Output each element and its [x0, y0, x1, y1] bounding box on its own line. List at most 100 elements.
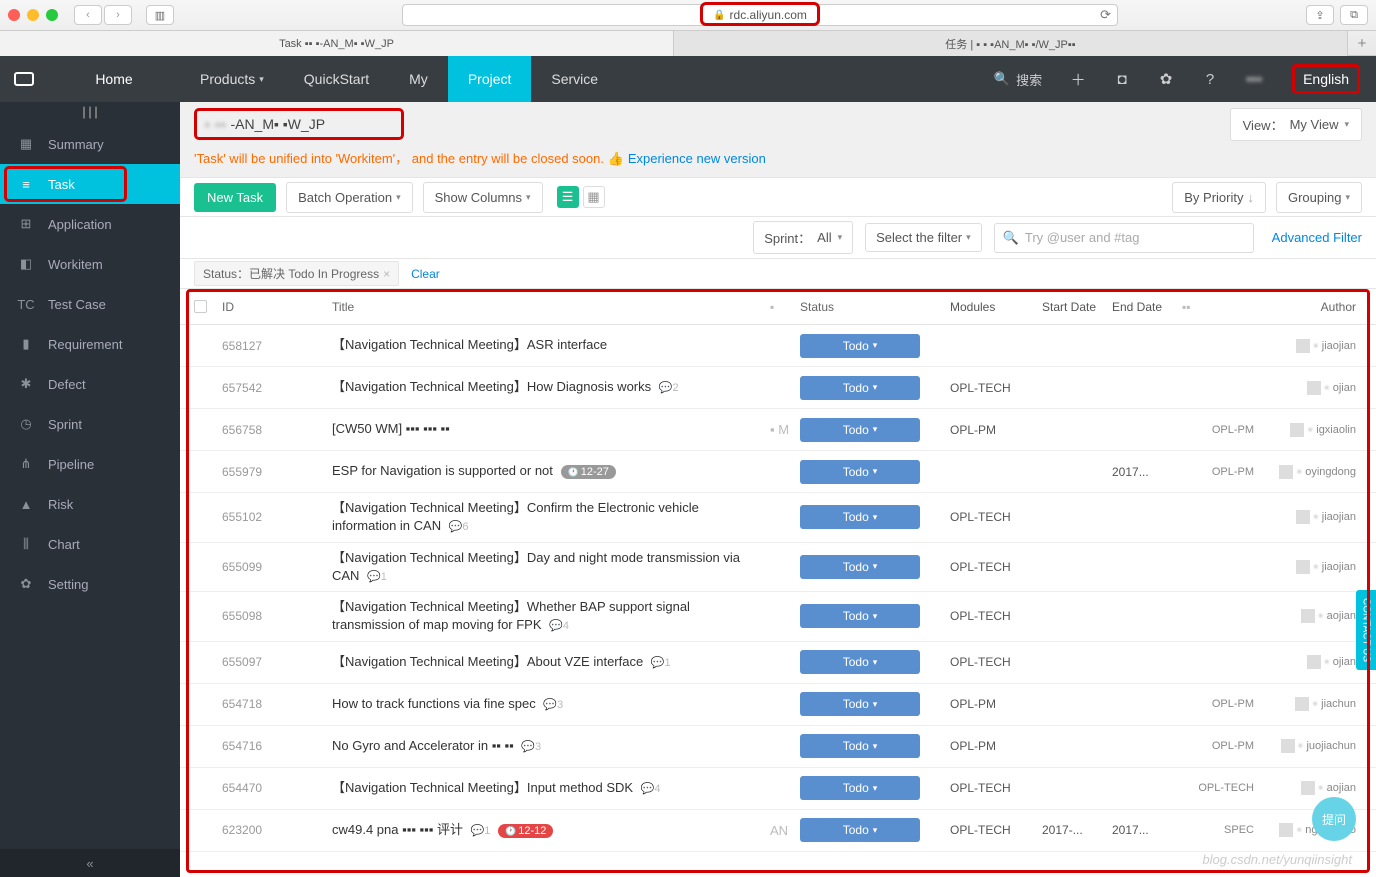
table-row[interactable]: 654470【Navigation Technical Meeting】Inpu… [180, 768, 1376, 810]
experience-link[interactable]: Experience new version [628, 151, 766, 166]
sidebar-item-risk[interactable]: ▲Risk [0, 484, 180, 524]
status-pill[interactable]: Todo▾ [800, 818, 920, 842]
table-row[interactable]: 656758[CW50 WM] ▪▪▪ ▪▪▪ ▪▪▪ MTodo▾OPL-PM… [180, 409, 1376, 451]
add-icon[interactable]: ＋ [1056, 56, 1100, 102]
sidebar-item-sprint[interactable]: ◷Sprint [0, 404, 180, 444]
filter-selector[interactable]: Select the filter▾ [865, 223, 982, 252]
task-title[interactable]: How to track functions via fine spec [332, 696, 536, 711]
search-input[interactable]: 🔍Try @user and #tag [994, 223, 1254, 253]
table-row[interactable]: 658127【Navigation Technical Meeting】ASR … [180, 325, 1376, 367]
sidebar-item-defect[interactable]: ✱Defect [0, 364, 180, 404]
task-title[interactable]: 【Navigation Technical Meeting】Whether BA… [332, 599, 690, 632]
gear-icon[interactable]: ✿ [1144, 56, 1188, 102]
status-pill[interactable]: Todo▾ [800, 505, 920, 529]
batch-operation-button[interactable]: Batch Operation▾ [286, 182, 412, 213]
nav-project[interactable]: Project [448, 56, 532, 102]
maximize-window-icon[interactable] [46, 9, 58, 21]
project-name[interactable]: ▪ ▪▪-AN_M▪ ▪W_JP [194, 108, 404, 140]
nav-service[interactable]: Service [531, 56, 618, 102]
table-row[interactable]: 657542【Navigation Technical Meeting】How … [180, 367, 1376, 409]
ask-question-button[interactable]: 提问 [1312, 797, 1356, 841]
column-author[interactable]: Author [1254, 300, 1362, 314]
global-search[interactable]: 🔍搜索 [980, 70, 1056, 89]
new-tab-button[interactable]: + [1348, 31, 1376, 56]
advanced-filter-link[interactable]: Advanced Filter [1272, 230, 1362, 245]
task-title[interactable]: [CW50 WM] ▪▪▪ ▪▪▪ ▪▪ [332, 421, 450, 436]
column-status[interactable]: Status [800, 300, 950, 314]
task-title[interactable]: 【Navigation Technical Meeting】ASR interf… [332, 337, 607, 352]
nav-home[interactable]: Home [48, 71, 180, 87]
status-pill[interactable]: Todo▾ [800, 334, 920, 358]
table-row[interactable]: 655099【Navigation Technical Meeting】Day … [180, 543, 1376, 593]
grouping-button[interactable]: Grouping▾ [1276, 182, 1362, 213]
task-title[interactable]: 【Navigation Technical Meeting】Input meth… [332, 780, 633, 795]
status-pill[interactable]: Todo▾ [800, 650, 920, 674]
language-selector[interactable]: English [1276, 56, 1376, 102]
sidebar-item-workitem[interactable]: ◧Workitem [0, 244, 180, 284]
sidebar-item-summary[interactable]: ▦Summary [0, 124, 180, 164]
share-button[interactable]: ⇪ [1306, 5, 1334, 25]
status-chip[interactable]: Status：已解决 Todo In Progress × [194, 261, 399, 286]
table-row[interactable]: 654718How to track functions via fine sp… [180, 684, 1376, 726]
task-title[interactable]: ESP for Navigation is supported or not [332, 463, 553, 478]
task-title[interactable]: 【Navigation Technical Meeting】Day and ni… [332, 550, 740, 583]
status-pill[interactable]: Todo▾ [800, 692, 920, 716]
status-pill[interactable]: Todo▾ [800, 734, 920, 758]
column-id[interactable]: ID [222, 300, 332, 314]
task-title[interactable]: 【Navigation Technical Meeting】About VZE … [332, 654, 643, 669]
sidebar-item-setting[interactable]: ✿Setting [0, 564, 180, 604]
sidebar-item-requirement[interactable]: ▮Requirement [0, 324, 180, 364]
sidebar-collapse-button[interactable]: « [0, 849, 180, 877]
back-button[interactable]: ‹ [74, 5, 102, 25]
minimize-window-icon[interactable] [27, 9, 39, 21]
logo[interactable] [0, 56, 48, 102]
select-all-checkbox[interactable] [194, 300, 207, 313]
column-modules[interactable]: Modules [950, 300, 1042, 314]
close-window-icon[interactable] [8, 9, 20, 21]
column-unknown[interactable]: ▪▪ [1182, 300, 1254, 314]
new-task-button[interactable]: New Task [194, 183, 276, 212]
table-row[interactable]: 655979ESP for Navigation is supported or… [180, 451, 1376, 493]
sidebar-item-test-case[interactable]: TCTest Case [0, 284, 180, 324]
task-title[interactable]: 【Navigation Technical Meeting】Confirm th… [332, 500, 699, 533]
sidebar-item-chart[interactable]: ⫼Chart [0, 524, 180, 564]
column-end-date[interactable]: End Date [1112, 300, 1182, 314]
sidebar-item-application[interactable]: ⊞Application [0, 204, 180, 244]
status-pill[interactable]: Todo▾ [800, 776, 920, 800]
status-pill[interactable]: Todo▾ [800, 418, 920, 442]
show-columns-button[interactable]: Show Columns▾ [423, 182, 543, 213]
status-pill[interactable]: Todo▾ [800, 604, 920, 628]
table-row[interactable]: 623200cw49.4 pna ▪▪▪ ▪▪▪ 评计 💬1 🕐12-12ANT… [180, 810, 1376, 852]
task-title[interactable]: cw49.4 pna ▪▪▪ ▪▪▪ 评计 [332, 822, 463, 837]
sprint-selector[interactable]: Sprint：All▾ [753, 221, 853, 254]
browser-tab[interactable]: 任务 | ▪ ▪ ▪AN_M▪ ▪/W_JP▪▪ [674, 31, 1348, 56]
chip-remove-icon[interactable]: × [383, 267, 390, 281]
view-selector[interactable]: View：My View▾ [1230, 108, 1362, 141]
reload-icon[interactable]: ⟳ [1100, 7, 1111, 23]
nav-my[interactable]: My [389, 56, 448, 102]
status-pill[interactable]: Todo▾ [800, 460, 920, 484]
help-icon[interactable]: ? [1188, 56, 1232, 102]
column-title[interactable]: Title [332, 300, 770, 314]
nav-quickstart[interactable]: QuickStart [284, 56, 389, 102]
list-view-icon[interactable]: ☰ [557, 186, 579, 208]
avatar[interactable]: ▪▪▪ [1232, 56, 1276, 102]
table-row[interactable]: 655097【Navigation Technical Meeting】Abou… [180, 642, 1376, 684]
forward-button[interactable]: › [104, 5, 132, 25]
sidebar-item-task[interactable]: ≡Task [0, 164, 180, 204]
task-title[interactable]: 【Navigation Technical Meeting】How Diagno… [332, 379, 651, 394]
sidebar-handle-icon[interactable]: ┃┃┃ [0, 102, 180, 124]
table-row[interactable]: 654716No Gyro and Accelerator in ▪▪ ▪▪ 💬… [180, 726, 1376, 768]
sidebar-item-pipeline[interactable]: ⋔Pipeline [0, 444, 180, 484]
inbox-icon[interactable]: ◘ [1100, 56, 1144, 102]
contact-us-tab[interactable]: CONTACT US [1356, 590, 1376, 670]
browser-tab[interactable]: Task ▪▪ ▪-AN_M▪ ▪W_JP [0, 31, 674, 56]
table-row[interactable]: 655098【Navigation Technical Meeting】Whet… [180, 592, 1376, 642]
status-pill[interactable]: Todo▾ [800, 555, 920, 579]
clear-filters-link[interactable]: Clear [411, 267, 440, 281]
nav-products[interactable]: Products▾ [180, 56, 284, 102]
task-title[interactable]: No Gyro and Accelerator in ▪▪ ▪▪ [332, 738, 514, 753]
sidebar-toggle-button[interactable]: ▥ [146, 5, 174, 25]
tabs-button[interactable]: ⧉ [1340, 5, 1368, 25]
url-bar[interactable]: 🔒rdc.aliyun.com ⟳ [402, 4, 1118, 26]
